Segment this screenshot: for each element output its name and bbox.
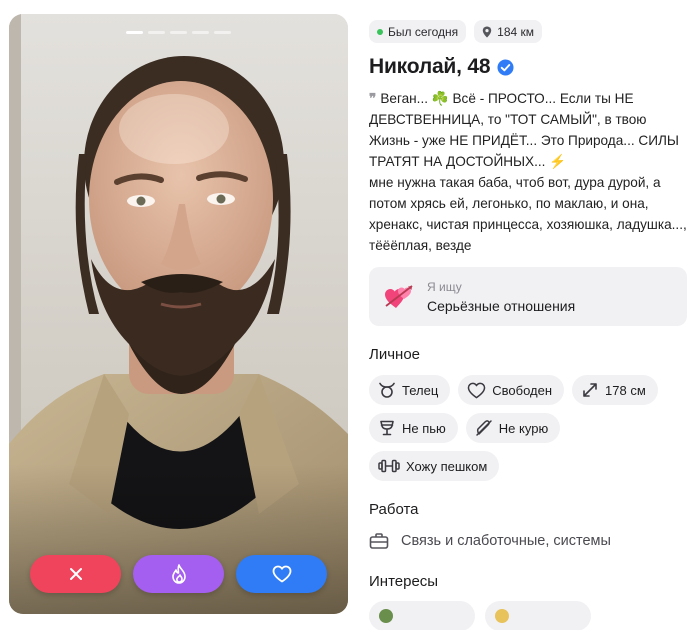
close-icon	[69, 568, 82, 580]
pill-smoking: Не курю	[465, 413, 561, 443]
photo-pager-dot[interactable]	[170, 31, 187, 34]
looking-for-value: Серьёзные отношения	[427, 297, 576, 314]
hearts-arrow-icon	[385, 284, 413, 308]
pill-drinking-label: Не пью	[402, 420, 446, 436]
superlike-button[interactable]	[133, 555, 224, 593]
looking-for-card: Я ищу Серьёзные отношения	[369, 267, 687, 326]
pill-sport: Хожу пешком	[369, 451, 500, 481]
interest-icon	[495, 609, 509, 623]
height-arrows-icon	[583, 383, 597, 397]
pill-relationship: Свободен	[458, 375, 565, 405]
dislike-button[interactable]	[30, 555, 121, 593]
distance-chip: 184 км	[474, 20, 543, 43]
interest-icon	[379, 609, 393, 623]
pill-height: 178 см	[572, 375, 658, 405]
location-pin-icon	[482, 26, 492, 37]
glass-icon	[380, 420, 394, 436]
bio-text-continued: мне нужна такая баба, чтоб вот, дура дур…	[369, 175, 687, 253]
heart-outline-icon	[467, 382, 486, 398]
profile-bio: ❞ Веган... ☘️ Всё - ПРОСТО... Если ты НЕ …	[369, 88, 689, 256]
briefcase-icon	[369, 533, 389, 549]
interest-chip	[485, 601, 591, 630]
taurus-icon	[379, 382, 395, 398]
photo-pager-dot[interactable]	[126, 31, 143, 34]
looking-for-label: Я ищу	[427, 279, 462, 294]
dumbbell-icon	[378, 459, 400, 473]
work-value: Связь и слаботочные, системы	[401, 533, 611, 549]
interest-chip	[369, 601, 475, 630]
name-row: Николай, 48	[369, 55, 689, 79]
pill-sport-label: Хожу пешком	[406, 458, 488, 474]
online-status-chip: Был сегодня	[369, 20, 467, 43]
flame-icon	[171, 564, 186, 584]
pill-zodiac: Телец	[369, 375, 451, 405]
no-smoking-icon	[476, 420, 492, 436]
photo-pager-dot[interactable]	[192, 31, 209, 34]
status-chips: Был сегодня 184 км	[369, 20, 689, 43]
online-dot-icon	[377, 28, 383, 35]
heart-icon	[272, 565, 291, 583]
pill-relationship-label: Свободен	[492, 382, 553, 398]
work-row: Связь и слаботочные, системы	[369, 532, 689, 550]
distance-text: 184 км	[497, 24, 535, 39]
profile-photo-card[interactable]	[9, 14, 348, 614]
pill-drinking: Не пью	[369, 413, 458, 443]
verified-badge-icon	[497, 58, 514, 76]
like-button[interactable]	[236, 555, 327, 593]
online-status-text: Был сегодня	[388, 24, 459, 39]
photo-pager[interactable]	[9, 31, 348, 34]
photo-pager-dot[interactable]	[214, 31, 231, 34]
work-section-title: Работа	[369, 501, 419, 518]
profile-name-age: Николай, 48	[369, 55, 491, 78]
profile-info: Был сегодня 184 км Николай, 48 ❞ Веган...…	[369, 20, 689, 630]
personal-pills: Телец Свободен 178 см Не пью Не курю Хож…	[369, 375, 694, 481]
interests-section-title: Интересы	[369, 573, 439, 590]
interests-list	[369, 601, 689, 630]
quote-icon: ❞	[369, 91, 377, 106]
pill-zodiac-label: Телец	[402, 382, 439, 398]
photo-pager-dot[interactable]	[148, 31, 165, 34]
bio-text: Веган... ☘️ Всё - ПРОСТО... Если ты НЕ Д…	[369, 91, 679, 169]
personal-section-title: Личное	[369, 346, 421, 363]
profile-photo	[9, 14, 348, 614]
pill-smoking-label: Не курю	[498, 420, 549, 436]
pill-height-label: 178 см	[605, 382, 646, 398]
